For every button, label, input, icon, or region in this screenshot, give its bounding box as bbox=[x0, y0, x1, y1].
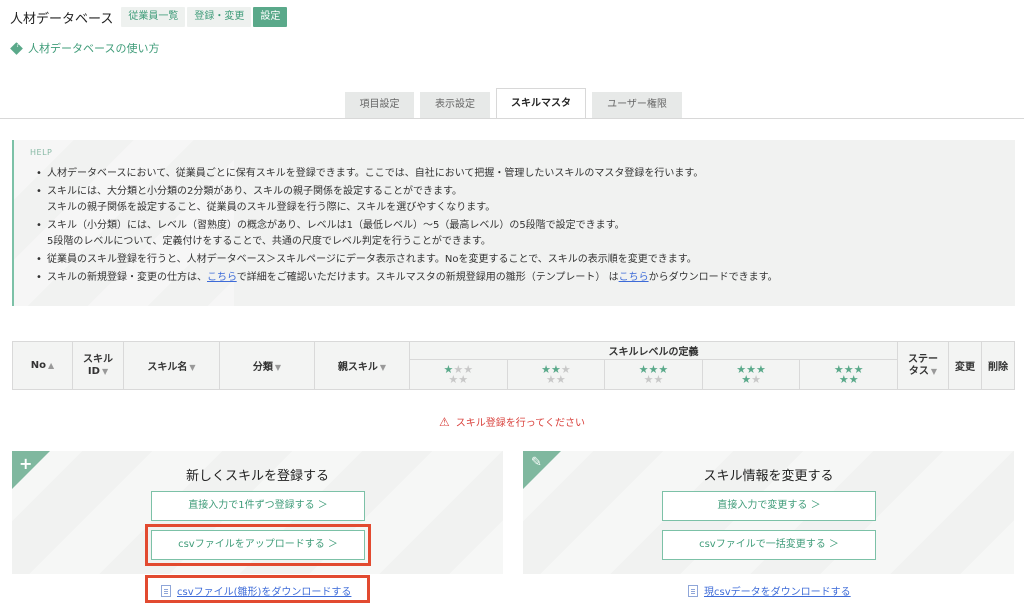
top-nav: 人材データベース 従業員一覧 登録・変更 設定 bbox=[10, 6, 289, 28]
tab-user-permissions[interactable]: ユーザー権限 bbox=[592, 92, 682, 118]
col-category[interactable]: 分類 ▼ bbox=[219, 341, 315, 390]
register-panel-title: 新しくスキルを登録する bbox=[185, 469, 329, 484]
star-line: ★★ bbox=[703, 372, 800, 386]
star-icon: ★ bbox=[458, 372, 469, 386]
change-direct-button[interactable]: 直接入力で変更する ＞ bbox=[662, 491, 876, 521]
level-1-stars: ★★★ ★★ bbox=[409, 359, 508, 390]
tab-skill-master[interactable]: スキルマスタ bbox=[496, 88, 586, 118]
level-5-stars: ★★★ ★★ bbox=[799, 359, 898, 390]
skills-table: No ▲ スキル ID ▼ スキル名 ▼ 分類 ▼ 親スキル ▼ スキルレベルの定義 ステー… bbox=[12, 341, 1015, 390]
document-icon bbox=[688, 584, 698, 597]
col-status[interactable]: ステー タス ▼ bbox=[897, 341, 949, 390]
col-no[interactable]: No ▲ bbox=[12, 341, 73, 390]
col-skill-id[interactable]: スキル ID ▼ bbox=[72, 341, 124, 390]
nav-settings[interactable]: 設定 bbox=[253, 7, 288, 27]
level-3-stars: ★★★ ★★ bbox=[604, 359, 703, 390]
highlight-box-template-download bbox=[145, 575, 370, 603]
current-csv-download-link[interactable]: 現csvデータをダウンロードする bbox=[688, 583, 851, 598]
tab-display-settings[interactable]: 表示設定 bbox=[420, 92, 490, 118]
star-line: ★★ bbox=[800, 372, 897, 386]
star-line: ★★ bbox=[605, 372, 702, 386]
star-icon: ★ bbox=[838, 372, 849, 386]
level-4-stars: ★★★ ★★ bbox=[701, 359, 801, 390]
help-item: スキル（小分類）には、レベル（習熟度）の概念があり、レベルは1（最低レベル）〜5… bbox=[36, 218, 778, 250]
settings-tabs: 項目設定 表示設定 スキルマスタ ユーザー権限 bbox=[345, 88, 688, 118]
level-2-stars: ★★★ ★★ bbox=[506, 359, 606, 390]
star-icon: ★ bbox=[643, 372, 654, 386]
help-item: 従業員のスキル登録を行うと、人材データベース＞スキルページにデータ表示されます。… bbox=[36, 252, 778, 268]
col-delete: 削除 bbox=[981, 341, 1015, 390]
change-panel: ✎ スキル情報を変更する 直接入力で変更する ＞ csvファイルで一括変更する … bbox=[523, 451, 1014, 574]
col-edit: 変更 bbox=[948, 341, 982, 390]
col-skill-levels: スキルレベルの定義 bbox=[409, 341, 898, 360]
howto-link-text[interactable]: 人材データベースの使い方 bbox=[28, 40, 159, 56]
help-template-link[interactable]: こちら bbox=[619, 272, 649, 283]
star-line: ★★ bbox=[410, 372, 507, 386]
star-icon: ★ bbox=[546, 372, 556, 386]
help-label: HELP bbox=[30, 148, 53, 157]
change-panel-title: スキル情報を変更する bbox=[703, 469, 834, 484]
help-item: 人材データベースにおいて、従業員ごとに保有スキルを登録できます。ここでは、自社に… bbox=[36, 166, 778, 182]
help-item: スキルには、大分類と小分類の2分類があり、スキルの親子関係を設定することができま… bbox=[36, 184, 778, 216]
help-item: スキルの新規登録・変更の仕方は、こちらで詳細をご確認いただけます。スキルマスタの… bbox=[36, 270, 778, 286]
star-line: ★★ bbox=[508, 372, 605, 386]
star-icon: ★ bbox=[653, 372, 664, 386]
app-title: 人材データベース bbox=[10, 11, 114, 27]
howto-link[interactable]: 人材データベースの使い方 bbox=[10, 40, 159, 56]
nav-register-change[interactable]: 登録・変更 bbox=[187, 7, 252, 27]
star-icon: ★ bbox=[555, 372, 566, 386]
star-icon: ★ bbox=[848, 372, 859, 386]
tab-item-settings[interactable]: 項目設定 bbox=[345, 92, 414, 118]
col-parent-skill[interactable]: 親スキル ▼ bbox=[314, 341, 410, 390]
nav-employee-list[interactable]: 従業員一覧 bbox=[121, 7, 186, 27]
register-direct-button[interactable]: 直接入力で1件ずつ登録する ＞ bbox=[151, 491, 365, 521]
star-icon: ★ bbox=[448, 372, 459, 386]
help-detail-link[interactable]: こちら bbox=[207, 272, 237, 283]
highlight-box-csv-upload bbox=[145, 524, 371, 566]
error-message: ⚠ スキル登録を行ってください bbox=[439, 415, 585, 429]
change-csv-button[interactable]: csvファイルで一括変更する ＞ bbox=[662, 530, 876, 560]
help-box: HELP 人材データベースにおいて、従業員ごとに保有スキルを登録できます。ここで… bbox=[12, 140, 1015, 306]
help-diamond-icon bbox=[10, 41, 23, 55]
help-list: 人材データベースにおいて、従業員ごとに保有スキルを登録できます。ここでは、自社に… bbox=[36, 166, 778, 288]
col-skill-name[interactable]: スキル名 ▼ bbox=[123, 341, 220, 390]
star-icon: ★ bbox=[741, 372, 752, 386]
warning-icon: ⚠ bbox=[439, 415, 450, 429]
star-icon: ★ bbox=[751, 372, 761, 386]
